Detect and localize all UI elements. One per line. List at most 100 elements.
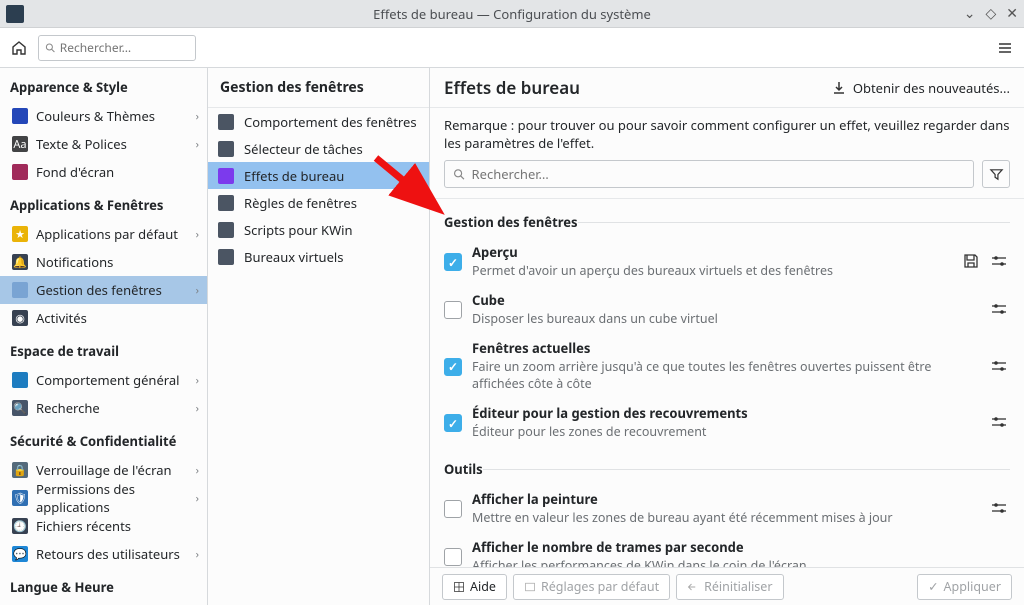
effects-list[interactable]: Gestion des fenêtres AperçuPermet d'avoir… <box>430 199 1024 567</box>
sidebar-item-icon: ★ <box>12 226 28 242</box>
sidebar-item[interactable]: Fond d'écran <box>0 158 207 186</box>
effect-checkbox[interactable] <box>444 301 462 319</box>
filter-button[interactable] <box>982 160 1010 188</box>
effect-checkbox[interactable] <box>444 500 462 518</box>
sidebar-item-label: Recherche <box>36 399 188 417</box>
settings-icon[interactable] <box>988 497 1010 519</box>
close-icon[interactable]: ✕ <box>1006 4 1018 23</box>
effect-checkbox[interactable] <box>444 358 462 376</box>
module-sidebar-header: Gestion des fenêtres <box>208 68 429 108</box>
apply-button[interactable]: ✓ Appliquer <box>917 574 1012 600</box>
module-item-label: Bureaux virtuels <box>244 248 419 266</box>
sidebar-item[interactable]: 🔍Recherche› <box>0 394 207 422</box>
module-item[interactable]: Effets de bureau <box>208 162 429 189</box>
page-title: Effets de bureau <box>444 76 831 99</box>
settings-icon[interactable] <box>988 355 1010 377</box>
effect-desc: Éditeur pour les zones de recouvrement <box>472 423 978 440</box>
hamburger-button[interactable] <box>992 35 1018 61</box>
sidebar-item-label: Fichiers récents <box>36 517 199 535</box>
toolbar-search[interactable] <box>38 35 196 61</box>
effect-row: Éditeur pour la gestion des recouvrement… <box>444 398 1010 446</box>
sidebar-item[interactable]: 💬Retours des utilisateurs› <box>0 540 207 568</box>
defaults-button[interactable]: Réglages par défaut <box>513 574 670 600</box>
save-icon[interactable] <box>960 250 982 272</box>
module-item[interactable]: Sélecteur de tâches <box>208 135 429 162</box>
sidebar-item[interactable]: ★ Applications par défaut › <box>0 220 207 248</box>
sidebar-item[interactable]: 🔔Notifications <box>0 248 207 276</box>
chevron-right-icon: › <box>196 491 199 506</box>
module-item-icon <box>218 195 234 211</box>
top-toolbar <box>0 28 1024 68</box>
effects-search-input[interactable] <box>472 165 965 183</box>
sidebar-item[interactable]: Comportement général› <box>0 366 207 394</box>
category-header: Sécurité & Confidentialité <box>0 422 207 456</box>
module-item-label: Scripts pour KWin <box>244 221 419 239</box>
sidebar-item-icon: 🕘 <box>12 518 28 534</box>
module-item-icon <box>218 168 234 184</box>
sidebar-item-icon <box>12 164 28 180</box>
effect-checkbox[interactable] <box>444 414 462 432</box>
module-item[interactable]: Bureaux virtuels <box>208 243 429 270</box>
effect-desc: Permet d'avoir un aperçu des bureaux vir… <box>472 262 950 279</box>
sidebar-item-label: Comportement général <box>36 371 188 389</box>
section-title: Outils <box>444 460 483 478</box>
settings-icon[interactable] <box>988 298 1010 320</box>
effect-desc: Faire un zoom arrière jusqu'à ce que tou… <box>472 358 978 392</box>
sidebar-item-label: Gestion des fenêtres <box>36 281 188 299</box>
sidebar-item-label: Permissions des applications <box>36 480 188 516</box>
sidebar-item-label: Applications par défaut <box>36 225 188 243</box>
module-item-label: Règles de fenêtres <box>244 194 419 212</box>
sidebar-item[interactable]: 🕘 Fichiers récents <box>0 512 207 540</box>
sidebar-item-icon: 🛡 <box>12 490 28 506</box>
sidebar-item-label: Texte & Polices <box>36 135 188 153</box>
sidebar-item-icon: 🔔 <box>12 254 28 270</box>
category-sidebar: Apparence & StyleCouleurs & Thèmes›AaTex… <box>0 68 208 605</box>
window-title: Effets de bureau — Configuration du syst… <box>373 5 651 23</box>
module-item[interactable]: Règles de fenêtres <box>208 189 429 216</box>
get-news-button[interactable]: Obtenir des nouveautés... <box>831 79 1010 97</box>
sidebar-item-icon: ◉ <box>12 310 28 326</box>
effect-checkbox[interactable] <box>444 548 462 566</box>
settings-icon[interactable] <box>988 411 1010 433</box>
sidebar-item-label: Activités <box>36 309 199 327</box>
module-item-label: Effets de bureau <box>244 167 419 185</box>
module-item-icon <box>218 141 234 157</box>
toolbar-search-input[interactable] <box>60 39 189 56</box>
effect-title: Afficher la peinture <box>472 490 978 508</box>
section-title: Gestion des fenêtres <box>444 213 578 231</box>
sidebar-item[interactable]: AaTexte & Polices› <box>0 130 207 158</box>
sidebar-item[interactable]: 🛡Permissions des applications› <box>0 484 207 512</box>
home-button[interactable] <box>6 35 32 61</box>
sidebar-item-icon: 🔒 <box>12 462 28 478</box>
effect-row: Afficher la peintureMettre en valeur les… <box>444 484 1010 532</box>
effects-search[interactable] <box>444 160 974 188</box>
remark-text: Remarque : pour trouver ou pour savoir c… <box>444 116 1010 152</box>
module-item[interactable]: Comportement des fenêtres <box>208 108 429 135</box>
sidebar-item-icon: 💬 <box>12 546 28 562</box>
sidebar-item[interactable]: Couleurs & Thèmes› <box>0 102 207 130</box>
sidebar-item-label: Retours des utilisateurs <box>36 545 188 563</box>
module-item[interactable]: Scripts pour KWin <box>208 216 429 243</box>
help-icon <box>453 581 465 593</box>
effect-title: Aperçu <box>472 243 950 261</box>
sidebar-item[interactable]: ◉ Activités <box>0 304 207 332</box>
effect-row: Afficher le nombre de trames par seconde… <box>444 532 1010 567</box>
sidebar-item[interactable]: Gestion des fenêtres› <box>0 276 207 304</box>
maximize-icon[interactable]: ◇ <box>985 4 996 23</box>
module-item-icon <box>218 222 234 238</box>
module-item-label: Sélecteur de tâches <box>244 140 419 158</box>
chevron-right-icon: › <box>196 227 199 242</box>
help-button[interactable]: Aide <box>442 574 507 600</box>
sidebar-item-label: Couleurs & Thèmes <box>36 107 188 125</box>
effect-desc: Disposer les bureaux dans un cube virtue… <box>472 310 978 327</box>
remark-bar: Remarque : pour trouver ou pour savoir c… <box>430 108 1024 199</box>
filter-icon <box>989 167 1004 182</box>
sidebar-item-icon <box>12 282 28 298</box>
sidebar-item-label: Verrouillage de l'écran <box>36 461 188 479</box>
sidebar-item-icon: 🔍 <box>12 400 28 416</box>
minimize-icon[interactable]: ⌄ <box>964 4 976 23</box>
settings-icon[interactable] <box>988 250 1010 272</box>
effect-checkbox[interactable] <box>444 253 462 271</box>
effect-desc: Afficher les performances de KWin dans l… <box>472 557 1010 567</box>
reset-button[interactable]: Réinitialiser <box>676 574 783 600</box>
